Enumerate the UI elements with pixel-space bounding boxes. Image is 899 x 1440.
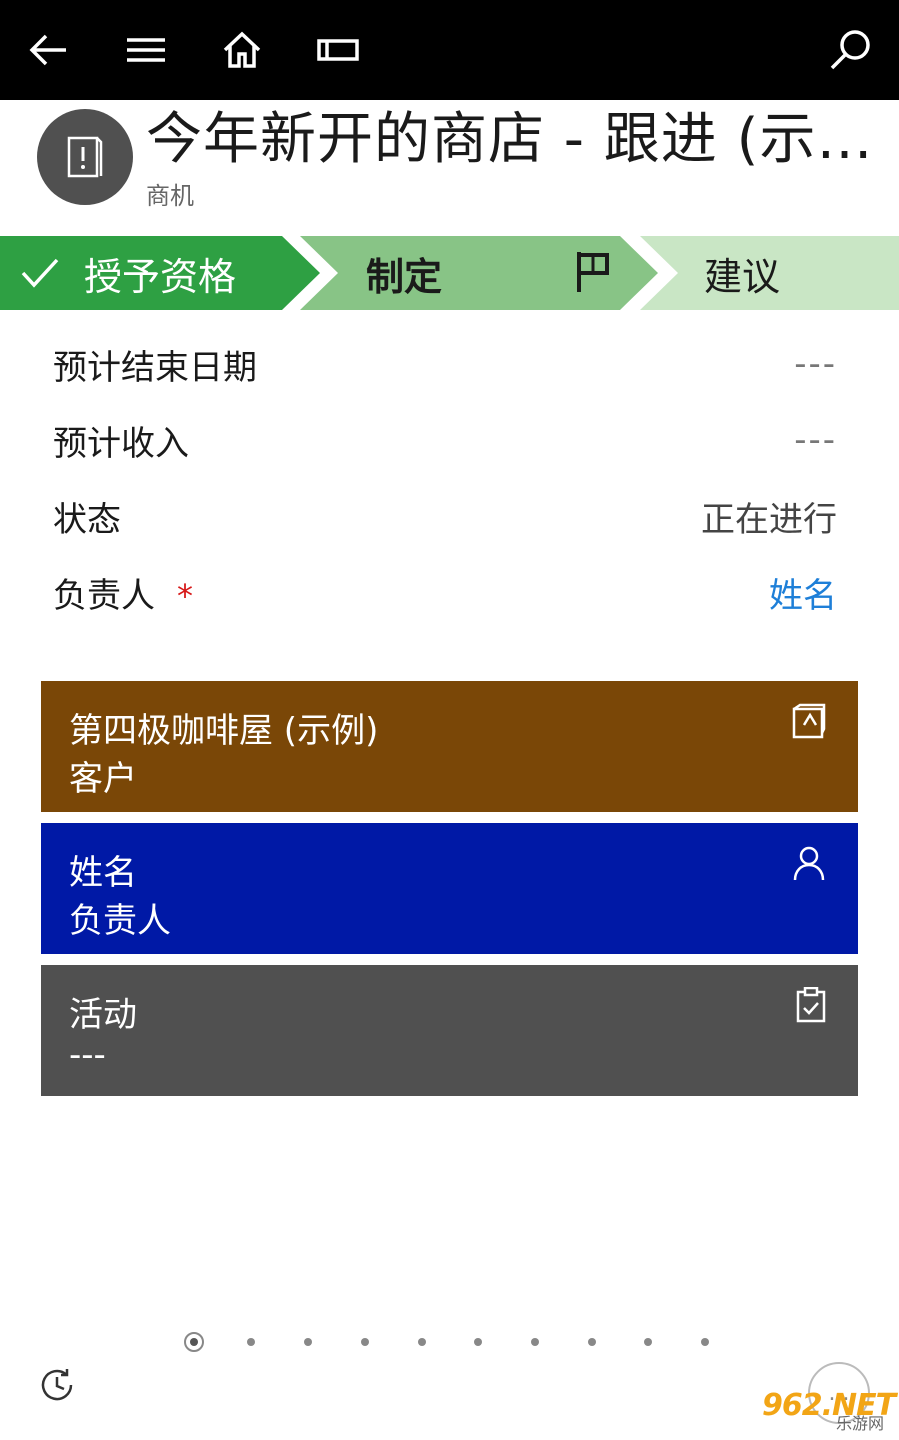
- page-dot-active[interactable]: [184, 1332, 204, 1352]
- tile-subtitle: ---: [69, 1035, 106, 1075]
- record-header: 今年新开的商店 - 跟进 (示例) 商机: [0, 100, 899, 235]
- field-value: 正在进行: [701, 499, 837, 540]
- field-owner[interactable]: 负责人 * 姓名: [53, 562, 837, 622]
- tile-owner[interactable]: 姓名 负责人: [41, 823, 858, 954]
- clock-history-icon: [41, 1369, 73, 1401]
- page-dot[interactable]: [418, 1338, 426, 1346]
- stage-label: 授予资格: [84, 254, 237, 299]
- record-type: 商机: [146, 182, 194, 210]
- back-button[interactable]: [20, 22, 76, 78]
- stage-qualify[interactable]: 授予资格: [0, 236, 320, 310]
- field-label-wrap: 负责人 *: [53, 568, 193, 617]
- page-dot[interactable]: [304, 1338, 312, 1346]
- tile-title: 活动: [69, 995, 137, 1035]
- home-button[interactable]: [214, 22, 270, 78]
- stage-label: 制定: [366, 254, 443, 299]
- field-status[interactable]: 状态 正在进行: [53, 486, 837, 546]
- watermark-subtext: 乐游网: [836, 1414, 885, 1433]
- window-icon: [317, 39, 359, 61]
- stage-develop[interactable]: 制定: [300, 236, 658, 310]
- page-dot[interactable]: [588, 1338, 596, 1346]
- page-dot[interactable]: [701, 1338, 709, 1346]
- page-indicator: [0, 1330, 899, 1354]
- tile-title: 第四极咖啡屋 (示例): [69, 711, 379, 751]
- menu-icon: [127, 38, 165, 62]
- owner-link[interactable]: 姓名: [769, 568, 837, 617]
- top-nav-bar: [0, 0, 899, 100]
- flag-icon[interactable]: [574, 250, 612, 294]
- field-est-revenue[interactable]: 预计收入 ---: [53, 410, 837, 470]
- stage-label: 建议: [704, 254, 781, 299]
- history-button[interactable]: [38, 1366, 76, 1408]
- field-label: 状态: [53, 499, 121, 540]
- record-avatar: [37, 109, 133, 205]
- person-icon: [793, 846, 825, 881]
- tile-account[interactable]: 第四极咖啡屋 (示例) 客户: [41, 681, 858, 812]
- tile-subtitle: 客户: [69, 759, 137, 799]
- page-title: 今年新开的商店 - 跟进 (示例): [146, 107, 876, 172]
- required-marker: *: [177, 576, 193, 615]
- tile-activities[interactable]: 活动 ---: [41, 965, 858, 1096]
- field-value: ---: [794, 344, 837, 384]
- watermark-logo: 962.NET 乐游网: [762, 1388, 896, 1434]
- tile-title: 姓名: [69, 853, 137, 893]
- page-dot[interactable]: [474, 1338, 482, 1346]
- process-stages: 授予资格 制定 建议: [0, 236, 899, 310]
- field-value: ---: [794, 420, 837, 460]
- field-label: 预计结束日期: [53, 347, 257, 388]
- field-label: 预计收入: [53, 423, 189, 464]
- page-dot[interactable]: [361, 1338, 369, 1346]
- opportunity-icon: [67, 136, 103, 178]
- search-icon: [830, 30, 870, 70]
- tile-subtitle: 负责人: [69, 901, 171, 941]
- stage-propose[interactable]: 建议: [640, 236, 899, 310]
- field-est-close-date[interactable]: 预计结束日期 ---: [53, 334, 837, 394]
- search-button[interactable]: [822, 22, 878, 78]
- page-dot[interactable]: [644, 1338, 652, 1346]
- page-dot[interactable]: [247, 1338, 255, 1346]
- page-dot[interactable]: [531, 1338, 539, 1346]
- menu-button[interactable]: [118, 22, 174, 78]
- window-button[interactable]: [310, 22, 366, 78]
- field-label: 负责人: [53, 575, 155, 616]
- account-icon: [792, 703, 826, 739]
- clipboard-icon: [796, 987, 826, 1023]
- home-icon: [223, 31, 261, 68]
- back-arrow-icon: [29, 34, 66, 66]
- checkmark-icon: [21, 258, 59, 288]
